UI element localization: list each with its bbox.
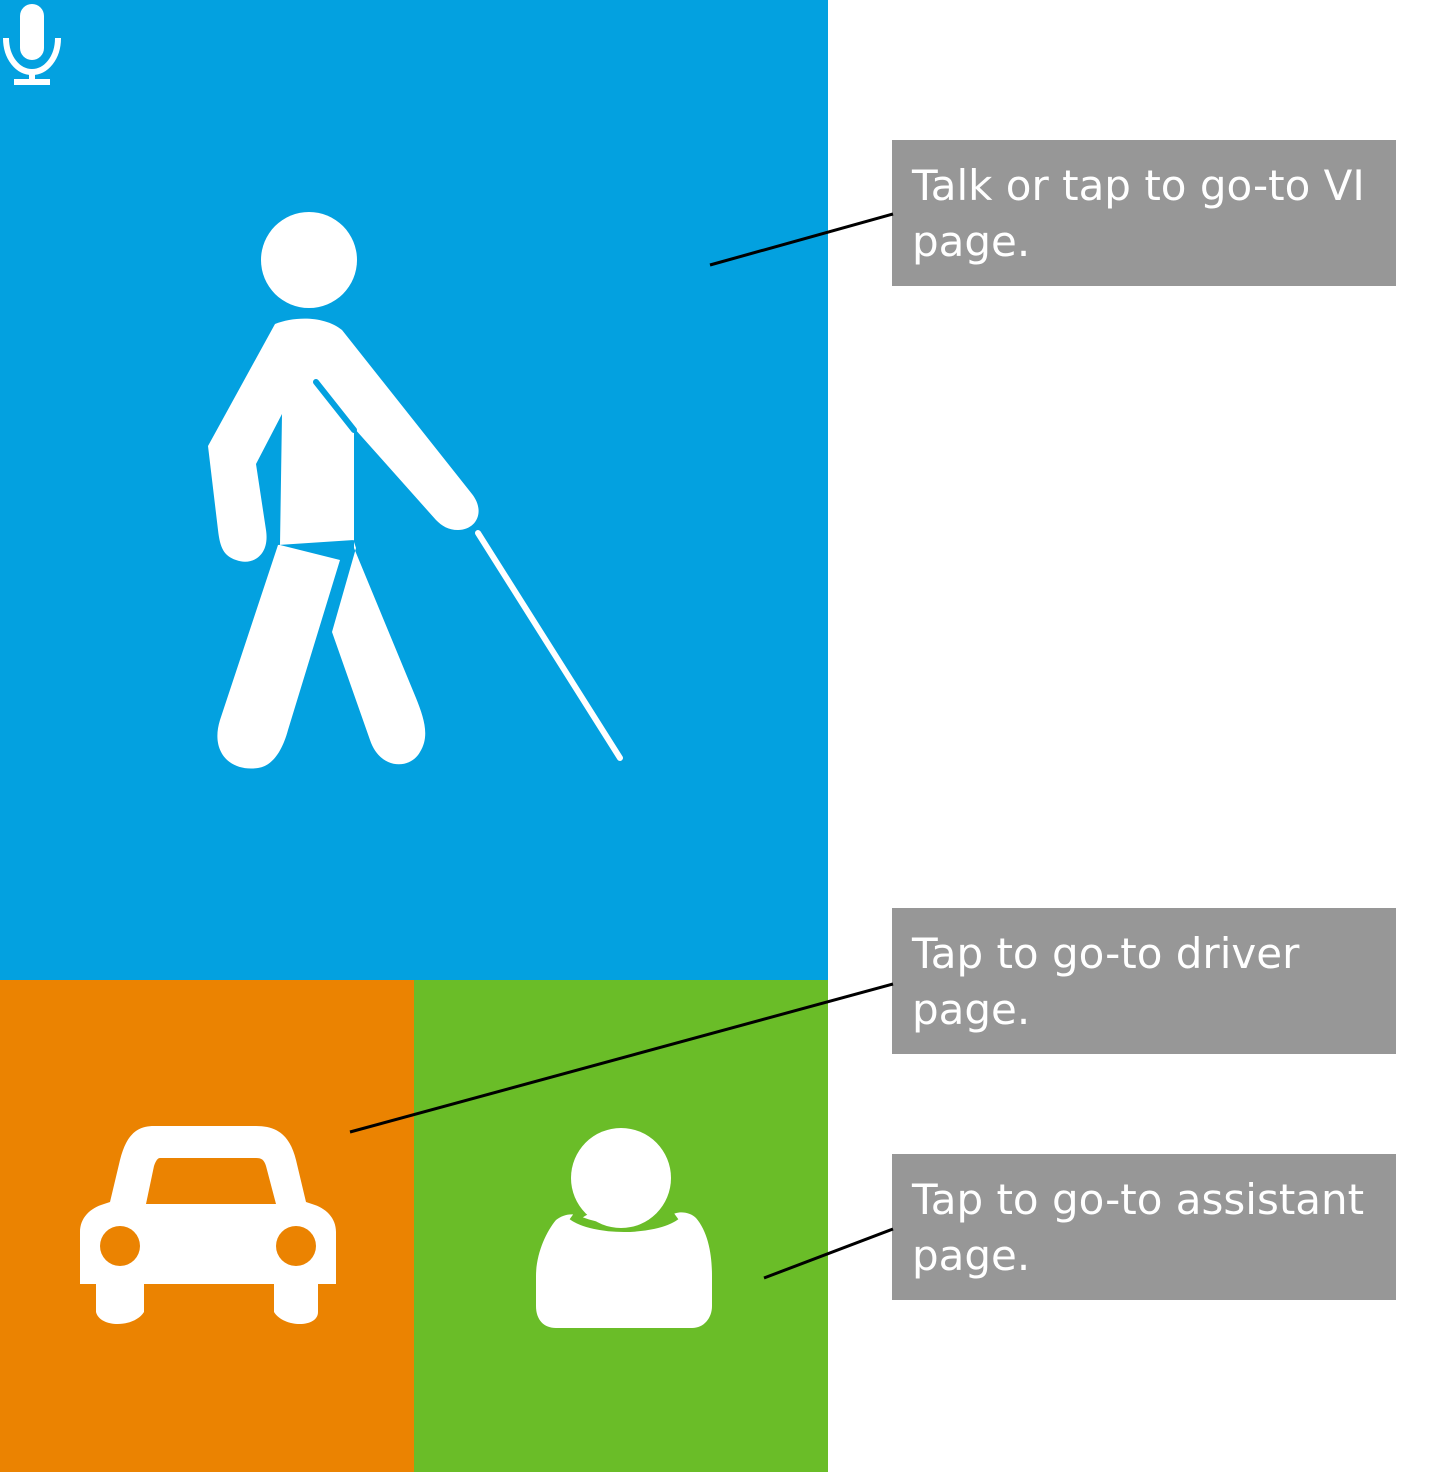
- car-icon: [80, 1126, 336, 1324]
- vi-page-tile[interactable]: [0, 0, 828, 980]
- driver-callout-text: Tap to go-to driver page.: [912, 929, 1300, 1034]
- assistant-page-tile[interactable]: [414, 980, 828, 1472]
- vi-callout-text: Talk or tap to go-to VI page.: [912, 161, 1365, 266]
- visually-impaired-person-icon: [208, 212, 623, 769]
- driver-page-tile[interactable]: [0, 980, 414, 1472]
- vi-page-callout: Talk or tap to go-to VI page.: [892, 140, 1396, 286]
- assistant-page-callout: Tap to go-to assistant page.: [892, 1154, 1396, 1300]
- person-icon: [536, 1128, 712, 1328]
- driver-page-callout: Tap to go-to driver page.: [892, 908, 1396, 1054]
- microphone-icon[interactable]: [0, 0, 64, 88]
- assistant-callout-text: Tap to go-to assistant page.: [912, 1175, 1365, 1280]
